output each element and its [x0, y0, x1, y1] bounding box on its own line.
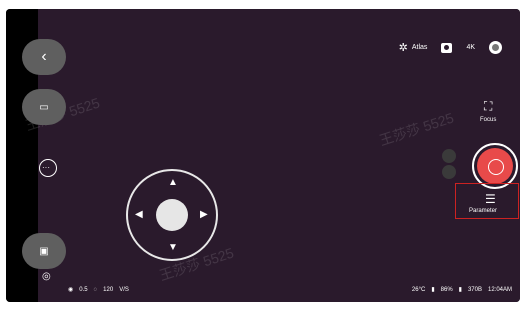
battery-value: 86% [440, 286, 453, 293]
minimap-toggle-button[interactable]: ▭ [22, 89, 66, 125]
mode-value: V/S [119, 286, 129, 293]
shutter-button-inner [477, 148, 513, 184]
visibility-icon[interactable]: ◎ [42, 271, 51, 282]
aperture-value: 0.5 [79, 286, 88, 293]
resolution-button[interactable]: 4K [466, 44, 475, 51]
joystick-knob[interactable] [156, 199, 188, 231]
top-bar: ✲ Atlas 4K [399, 41, 502, 54]
arrow-down-icon: ▼ [168, 242, 178, 253]
settings-icon[interactable] [489, 41, 502, 54]
minimap-icon: ▭ [39, 101, 49, 113]
back-button[interactable]: ‹ [22, 39, 66, 75]
more-options-dots: ··· [42, 163, 50, 172]
storage-value: 370B [467, 286, 482, 293]
chevron-left-icon: ‹ [41, 48, 47, 65]
storage-icon: ▮ [458, 287, 462, 293]
atlas-label: Atlas [411, 44, 428, 51]
camera-screen: 王莎莎 5525 王莎莎 5525 王莎莎 5525 ✲ Atlas 4K ▲ … [23, 9, 520, 302]
iso-value: 120 [103, 286, 114, 293]
gallery-icon: ▣ [39, 245, 49, 257]
atlas-button[interactable]: ✲ Atlas [399, 41, 428, 54]
focus-label: Focus [480, 117, 497, 123]
watermark: 王莎莎 5525 [377, 109, 456, 149]
resolution-label: 4K [466, 44, 475, 51]
atlas-icon: ✲ [398, 42, 408, 54]
arrow-up-icon: ▲ [168, 177, 178, 188]
gallery-button[interactable]: ▣ [22, 233, 66, 269]
aperture-icon: ◉ [68, 287, 74, 293]
joystick[interactable]: ▲ ▼ ◀ ▶ [126, 169, 218, 261]
time-value: 12:04AM [487, 286, 512, 293]
parameter-highlight-box [455, 183, 519, 219]
bottom-right-status: 26°C ▮ 86% ▮ 370B 12:04AM [411, 286, 512, 294]
temperature-value: 26°C [411, 286, 426, 293]
camera-mode-icon[interactable] [441, 42, 453, 53]
battery-icon: ▮ [431, 287, 435, 293]
photo-mode-toggle[interactable] [442, 165, 456, 179]
focus-icon[interactable]: ⛶ [484, 99, 492, 114]
iso-icon: ◌ [93, 286, 98, 293]
camera-toggle[interactable] [442, 149, 456, 163]
arrow-right-icon: ▶ [200, 209, 208, 220]
bottom-left-status: ◉ 0.5 ◌ 120 V/S [68, 286, 129, 294]
arrow-left-icon: ◀ [135, 209, 143, 220]
device-frame: 王莎莎 5525 王莎莎 5525 王莎莎 5525 ✲ Atlas 4K ▲ … [6, 9, 520, 302]
shutter-icon [488, 159, 504, 175]
